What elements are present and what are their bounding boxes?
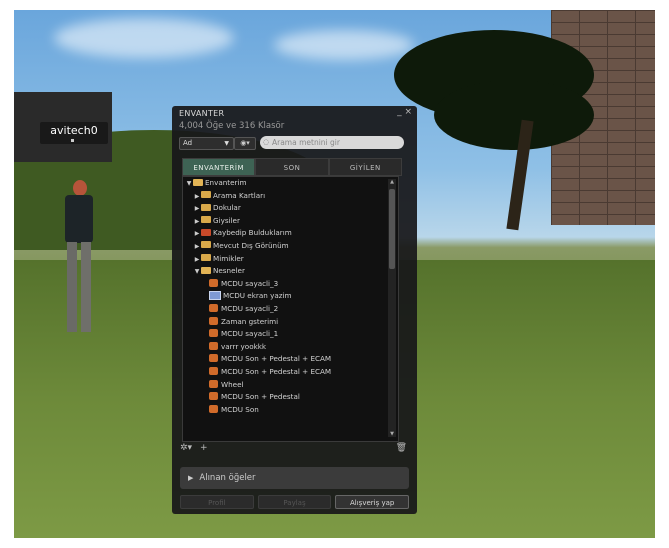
item-label: MCDU sayacli_1 (221, 329, 279, 339)
close-button[interactable]: × (404, 107, 412, 117)
folder-label: Kaybedip Bulduklarım (213, 228, 292, 238)
nametag-dot (71, 139, 74, 142)
item-row[interactable]: MCDU ekran yazim (183, 290, 398, 303)
profile-button[interactable]: Profil (180, 495, 254, 509)
window-title: ENVANTER (179, 109, 225, 118)
item-label: MCDU Son (221, 404, 259, 414)
folder-row[interactable]: ▶ Arama Kartları (183, 190, 398, 203)
item-row[interactable]: varrr yookkk (183, 341, 398, 354)
gear-icon[interactable]: ✲▾ (180, 443, 192, 453)
received-items-label: Alınan öğeler (199, 473, 256, 483)
trash-icon[interactable]: 🗑 (396, 443, 407, 453)
folder-label: Dokular (213, 203, 241, 213)
avatar-name: avitech0 (50, 124, 98, 137)
folder-icon (201, 203, 211, 211)
item-label: MCDU ekran yazim (223, 291, 292, 301)
folder-icon (201, 254, 211, 262)
item-label: MCDU Son + Pedestal + ECAM (221, 354, 332, 364)
inventory-window[interactable]: ENVANTER _ × 4,004 Öğe ve 316 Klasör Ad … (172, 106, 417, 514)
cloud (274, 30, 414, 60)
folder-row-open[interactable]: ▼ Nesneler (183, 265, 398, 278)
inventory-toolbar: ✲▾ + 🗑 (178, 443, 411, 457)
share-button[interactable]: Paylaş (257, 495, 332, 509)
item-row[interactable]: MCDU Son (183, 404, 398, 417)
item-row[interactable]: MCDU Son + Pedestal + ECAM (183, 353, 398, 366)
sort-value: Ad (183, 139, 193, 147)
folder-icon (201, 191, 211, 199)
folder-open-icon (201, 266, 211, 274)
item-label: MCDU Son + Pedestal + ECAM (221, 366, 332, 376)
item-row[interactable]: MCDU Son + Pedestal (183, 391, 398, 404)
scrollbar-thumb[interactable] (389, 189, 395, 269)
tab-bar: ENVANTERİM SON GİYİLEN (182, 158, 402, 176)
item-row[interactable]: MCDU sayacli_1 (183, 328, 398, 341)
sort-select[interactable]: Ad ▼ (179, 137, 234, 150)
folder-label: Giysiler (213, 215, 240, 225)
object-icon (209, 392, 218, 401)
item-label: MCDU Son + Pedestal (221, 392, 300, 402)
item-label: varrr yookkk (221, 341, 267, 351)
window-controls: _ × (397, 107, 412, 117)
object-icon (209, 379, 218, 388)
folder-label: Nesneler (213, 266, 245, 276)
scrollbar[interactable]: ▲ ▼ (388, 179, 396, 437)
item-row[interactable]: MCDU sayacli_3 (183, 278, 398, 291)
cloud (54, 18, 234, 58)
item-row[interactable]: MCDU sayacli_2 (183, 303, 398, 316)
tree-root[interactable]: ▼ Envanterim (183, 177, 398, 190)
notecard-icon (209, 290, 221, 300)
folder-row[interactable]: ▶ Kaybedip Bulduklarım (183, 227, 398, 240)
add-icon[interactable]: + (200, 443, 208, 453)
scroll-down-icon[interactable]: ▼ (388, 431, 396, 437)
item-label: MCDU sayacli_2 (221, 303, 279, 313)
scroll-up-icon[interactable]: ▲ (388, 179, 396, 185)
item-label: Zaman gsterimi (221, 316, 279, 326)
object-icon (209, 404, 218, 413)
tab-worn[interactable]: GİYİLEN (328, 158, 402, 176)
inventory-tree[interactable]: ▼ Envanterim ▶ Arama Kartları ▶ Dokular ▶ Gi… (182, 176, 399, 442)
item-row[interactable]: Wheel (183, 379, 398, 392)
folder-label: Mevcut Dış Görünüm (213, 240, 289, 250)
tab-recent[interactable]: SON (255, 158, 329, 176)
item-row[interactable]: Zaman gsterimi (183, 316, 398, 329)
folder-row[interactable]: ▶ Giysiler (183, 215, 398, 228)
folder-icon (201, 241, 211, 249)
minimize-button[interactable]: _ (397, 107, 402, 117)
item-row[interactable]: MCDU Son + Pedestal + ECAM (183, 366, 398, 379)
object-icon (209, 354, 218, 363)
tree-foliage (434, 80, 594, 150)
tree-root-label: Envanterim (205, 178, 247, 187)
expand-arrow-icon: ▶ (188, 474, 194, 482)
folder-row[interactable]: ▶ Mimikler (183, 253, 398, 266)
action-button-row: Profil Paylaş Alışveriş yap (180, 495, 410, 509)
folder-icon (201, 216, 211, 224)
lost-found-folder-icon (201, 228, 211, 236)
object-icon (209, 329, 218, 338)
shop-button[interactable]: Alışveriş yap (335, 495, 410, 509)
search-icon: ◌ (263, 138, 270, 146)
eye-filter-button[interactable]: ◉▾ (234, 137, 256, 150)
folder-row[interactable]: ▶ Dokular (183, 202, 398, 215)
chevron-down-icon: ▼ (224, 140, 229, 147)
folder-label: Arama Kartları (213, 190, 266, 200)
object-icon (209, 341, 218, 350)
search-placeholder: Arama metnini gir (272, 138, 340, 147)
object-icon (209, 316, 218, 325)
item-label: Wheel (221, 379, 244, 389)
tab-my-inventory[interactable]: ENVANTERİM (182, 158, 256, 176)
object-icon (209, 366, 218, 375)
folder-label: Mimikler (213, 253, 244, 263)
avatar-nametag: avitech0 (40, 122, 108, 144)
folder-row[interactable]: ▶ Mevcut Dış Görünüm (183, 240, 398, 253)
item-label: MCDU sayacli_3 (221, 278, 279, 288)
avatar-figure[interactable] (59, 180, 103, 340)
folder-open-icon (193, 178, 203, 186)
received-items-panel[interactable]: ▶ Alınan öğeler (180, 467, 409, 489)
search-input[interactable]: ◌ Arama metnini gir (260, 136, 404, 149)
object-icon (209, 303, 218, 312)
object-icon (209, 278, 218, 287)
inventory-stats: 4,004 Öğe ve 316 Klasör (179, 121, 285, 131)
